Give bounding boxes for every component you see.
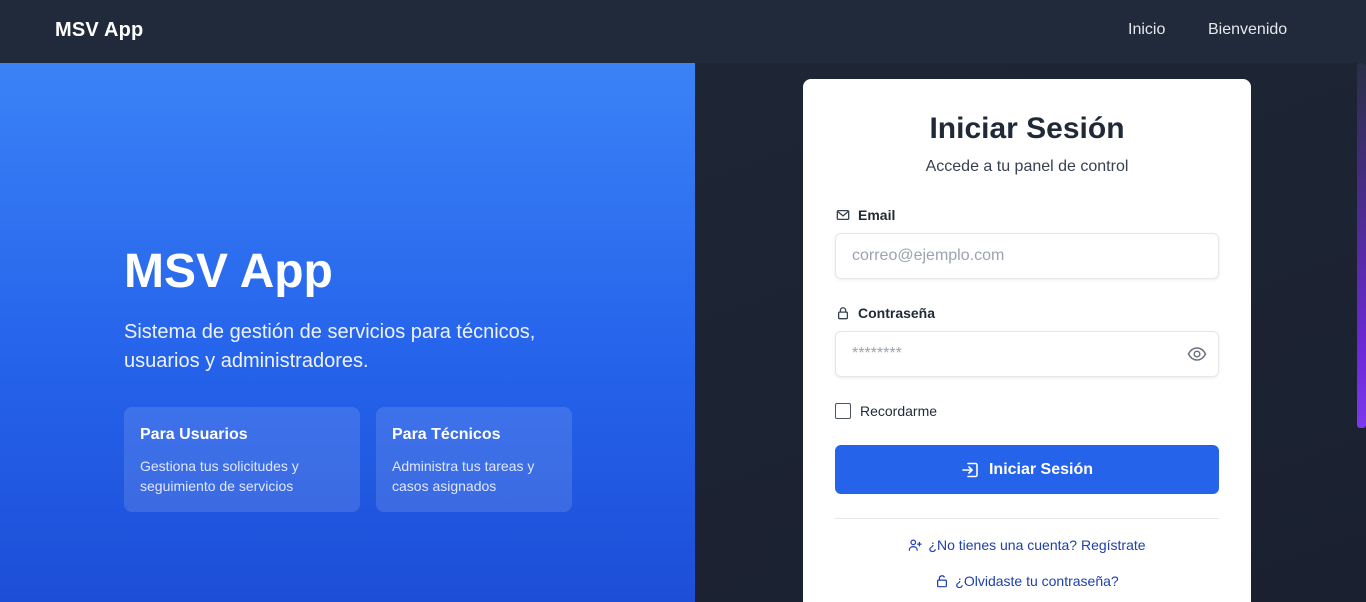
brand-logo[interactable]: MSV App xyxy=(55,19,143,42)
feature-title: Para Usuarios xyxy=(140,426,248,443)
feature-card-users: Para Usuarios Gestiona tus solicitudes y… xyxy=(124,407,360,512)
scrollbar[interactable] xyxy=(1357,63,1366,428)
mail-icon xyxy=(836,209,850,221)
login-subtitle: Accede a tu panel de control xyxy=(925,158,1129,175)
forgot-link-text: ¿Olvidaste tu contraseña? xyxy=(955,573,1119,589)
email-label: Email xyxy=(836,207,895,223)
login-title: Iniciar Sesión xyxy=(929,112,1125,145)
password-label-text: Contraseña xyxy=(858,305,936,321)
register-link-text: ¿No tienes una cuenta? Regístrate xyxy=(928,537,1146,553)
feature-card-technicians: Para Técnicos Administra tus tareas y ca… xyxy=(376,407,572,512)
eye-icon[interactable] xyxy=(1187,345,1207,363)
lock-icon xyxy=(837,307,849,320)
hero-panel: MSV App Sistema de gestión de servicios … xyxy=(0,63,695,602)
sign-in-icon xyxy=(962,462,978,477)
login-card: Iniciar Sesión Accede a tu panel de cont… xyxy=(803,79,1251,602)
register-link[interactable]: ¿No tienes una cuenta? Regístrate xyxy=(803,537,1251,553)
nav-link-bienvenido[interactable]: Bienvenido xyxy=(1208,21,1287,39)
remember-me[interactable]: Recordarme xyxy=(835,403,937,419)
remember-label: Recordarme xyxy=(860,403,938,419)
forgot-password-link[interactable]: ¿Olvidaste tu contraseña? xyxy=(803,573,1251,589)
feature-description: Gestiona tus solicitudes y seguimiento d… xyxy=(140,458,299,494)
unlock-icon xyxy=(937,575,948,588)
hero-title: MSV App xyxy=(124,245,333,298)
password-field[interactable] xyxy=(835,331,1219,377)
divider xyxy=(835,518,1219,519)
login-button[interactable]: Iniciar Sesión xyxy=(835,445,1219,494)
remember-checkbox[interactable] xyxy=(835,403,851,419)
user-plus-icon xyxy=(909,539,923,551)
hero-subtitle: Sistema de gestión de servicios para téc… xyxy=(124,321,536,372)
feature-title: Para Técnicos xyxy=(392,426,501,443)
login-button-label: Iniciar Sesión xyxy=(988,460,1094,478)
top-navbar: MSV App Inicio Bienvenido xyxy=(0,0,1366,63)
nav-link-inicio[interactable]: Inicio xyxy=(1128,21,1165,39)
email-field[interactable] xyxy=(835,233,1219,279)
password-label: Contraseña xyxy=(836,305,935,321)
email-label-text: Email xyxy=(858,207,896,223)
feature-description: Administra tus tareas y casos asignados xyxy=(392,458,535,494)
